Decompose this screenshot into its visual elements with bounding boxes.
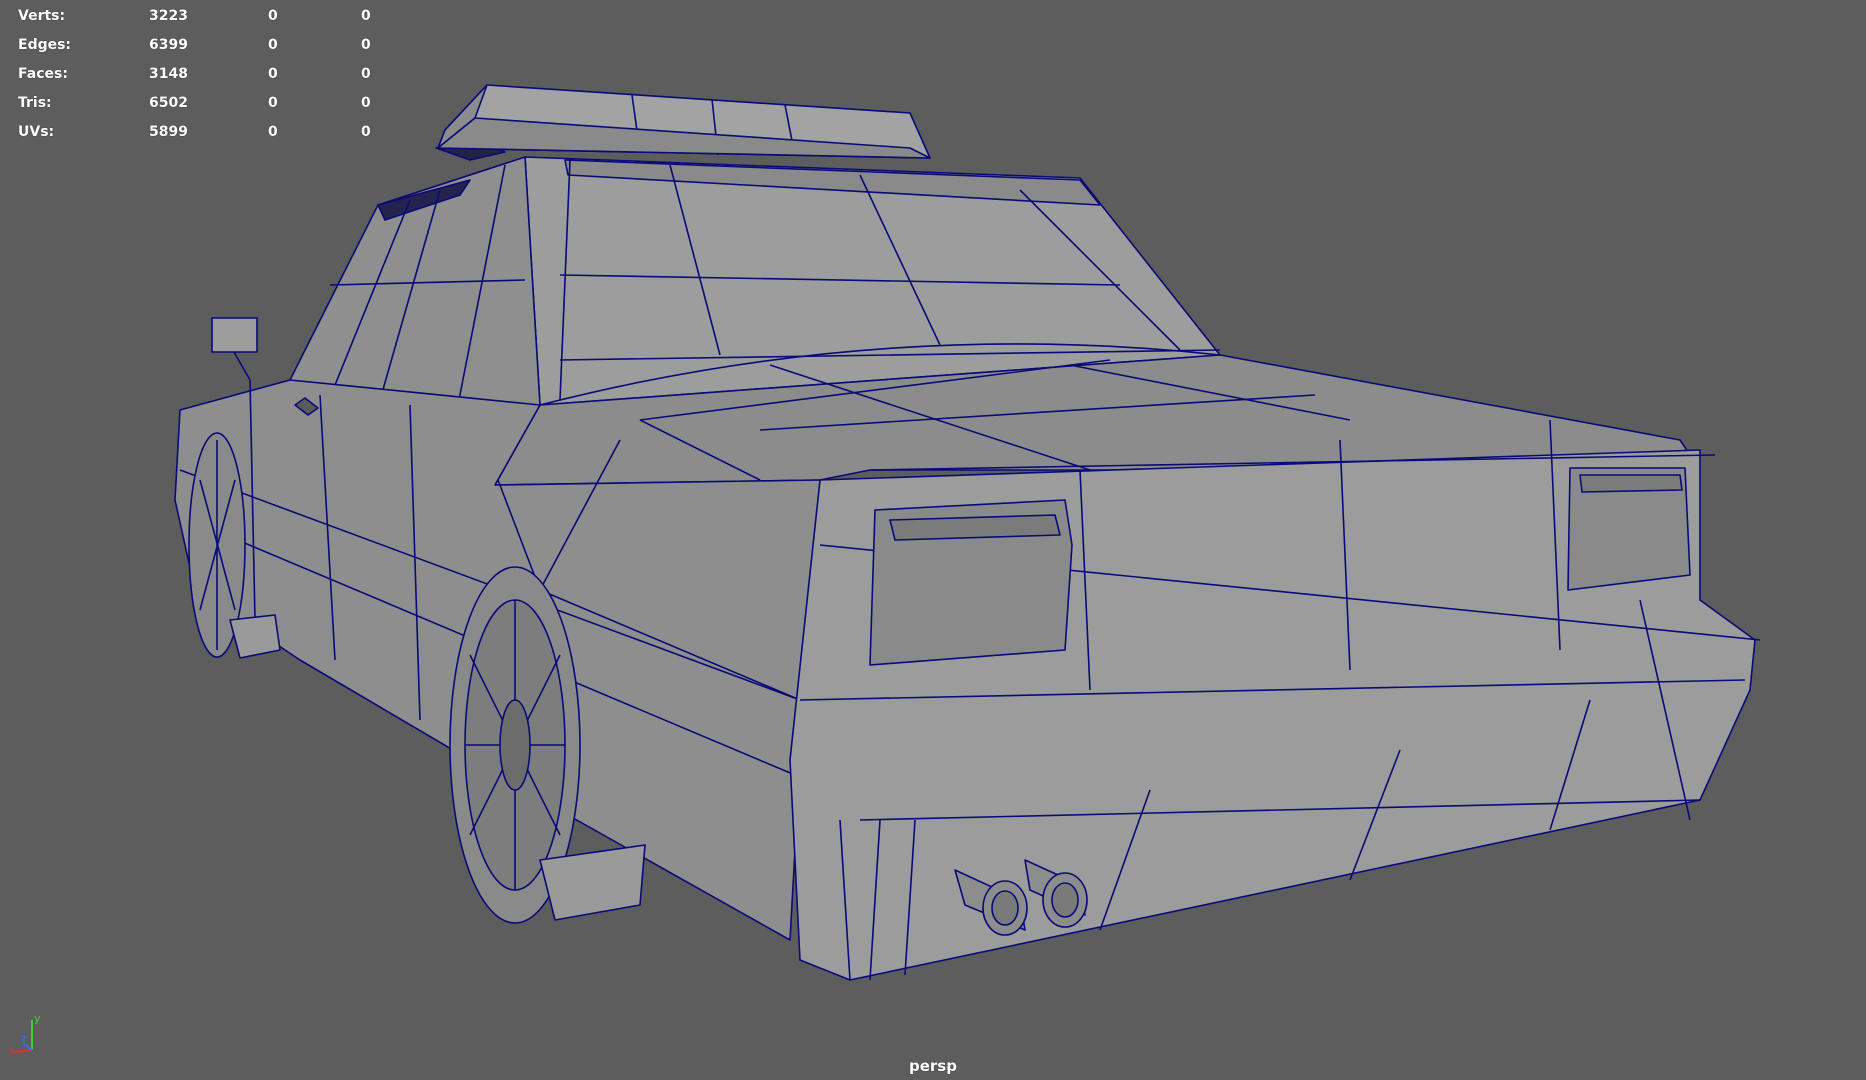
- side-windows[interactable]: [289, 156, 541, 416]
- axis-gizmo: y z x: [8, 1012, 41, 1055]
- camera-name-label: persp: [909, 1057, 957, 1075]
- axis-label-x: x: [8, 1044, 15, 1055]
- police-car-mesh[interactable]: [0, 0, 1866, 1080]
- tail-light-left[interactable]: [869, 499, 1073, 666]
- axis-label-z: z: [21, 1032, 27, 1045]
- tail-light-right[interactable]: [1567, 467, 1691, 591]
- 3d-viewport[interactable]: Verts: 3223 0 0 Edges: 6399 0 0 Faces: 3…: [0, 0, 1866, 1080]
- axis-label-y: y: [34, 1012, 41, 1025]
- light-bar[interactable]: [435, 84, 931, 161]
- side-mirror[interactable]: [211, 317, 258, 381]
